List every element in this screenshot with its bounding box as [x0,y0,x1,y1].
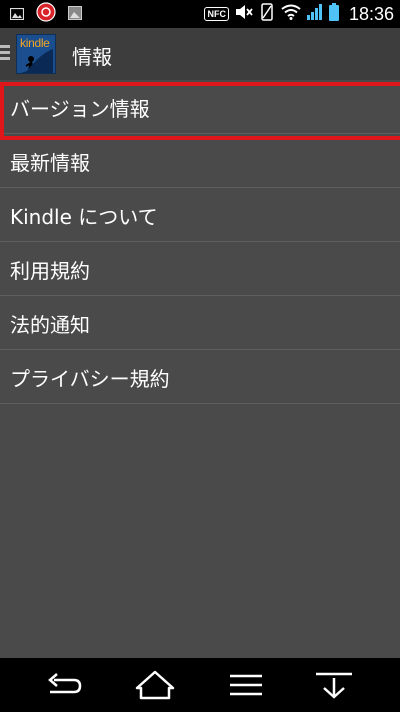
app-notification-icon [36,2,56,26]
menu-button[interactable] [224,668,268,702]
nfc-icon: NFC [204,7,229,21]
list-item-legal-notices[interactable]: 法的通知 [0,296,400,350]
list-item-label: 利用規約 [10,259,90,283]
home-icon [135,670,175,700]
list-item-about-kindle[interactable]: Kindle について [0,188,400,242]
vibrate-icon [259,3,275,25]
notification-pulldown-icon [316,672,352,699]
list-item-privacy-policy[interactable]: プライバシー規約 [0,350,400,404]
home-button[interactable] [133,668,177,702]
list-item-label: 法的通知 [10,313,90,337]
status-right-icons: NFC 18:36 [204,3,394,25]
clock: 18:36 [348,3,394,24]
list-item-label: バージョン情報 [10,97,150,121]
drawer-menu-icon[interactable] [0,45,12,63]
list-item-whats-new[interactable]: 最新情報 [0,134,400,188]
list-item-label: 最新情報 [10,151,90,175]
status-left-icons [9,2,82,26]
navigation-bar [0,658,400,712]
action-bar: kindle 情報 [0,28,400,80]
page-title: 情報 [72,45,112,69]
status-bar: NFC 18:36 [0,0,400,28]
mute-icon [235,4,253,24]
list-item-terms-of-use[interactable]: 利用規約 [0,242,400,296]
list-item-label: プライバシー規約 [10,367,170,391]
wifi-icon [281,4,301,24]
signal-icon [306,4,323,24]
notification-pulldown-button[interactable] [312,668,356,702]
kindle-logo[interactable]: kindle [16,34,56,74]
photo-icon [68,5,82,24]
list-item-label: Kindle について [10,205,158,229]
back-icon [48,673,82,694]
settings-list: バージョン情報 最新情報 Kindle について 利用規約 法的通知 プライバシ… [0,80,400,658]
image-icon [9,5,25,24]
menu-icon [230,674,262,696]
battery-icon [328,3,339,25]
back-button[interactable] [42,668,86,702]
list-item-version-info[interactable]: バージョン情報 [0,80,400,140]
